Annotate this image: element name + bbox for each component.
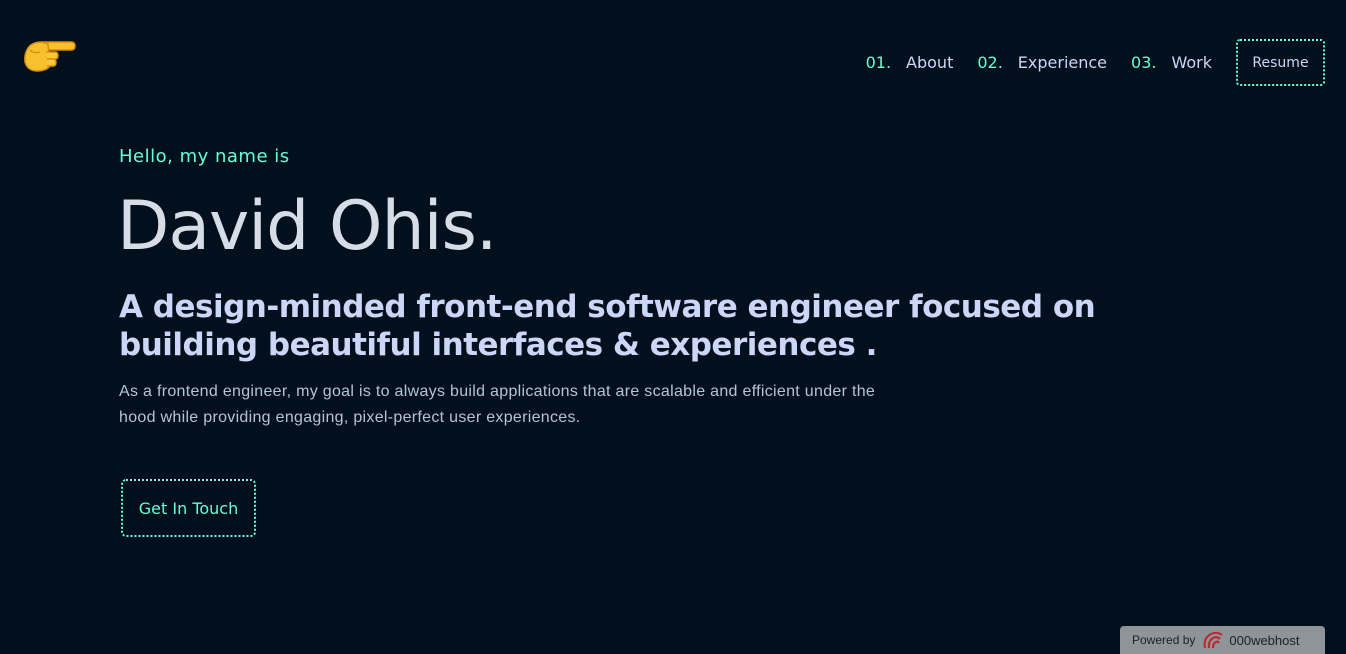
hosting-badge[interactable]: Powered by 000webhost xyxy=(1120,626,1325,654)
page: 01. About 02. Experience 03. Work Resume… xyxy=(0,0,1346,654)
nav-number: 01. xyxy=(865,53,892,72)
get-in-touch-button[interactable]: Get In Touch xyxy=(121,479,256,537)
nav-label: About xyxy=(906,53,954,72)
nav-label: Work xyxy=(1171,53,1212,72)
nav-item-work[interactable]: 03. Work xyxy=(1131,53,1212,72)
nav-label: Experience xyxy=(1017,53,1108,72)
nav-number: 02. xyxy=(977,53,1003,72)
powered-by-label: Powered by xyxy=(1132,633,1196,647)
000webhost-logo-icon xyxy=(1201,630,1225,650)
greeting-text: Hello, my name is xyxy=(119,146,290,167)
main-nav: 01. About 02. Experience 03. Work Resume xyxy=(866,39,1325,86)
page-title: David Ohis. xyxy=(117,187,498,266)
host-name: 000webhost xyxy=(1229,632,1300,648)
nav-number: 03. xyxy=(1131,53,1157,72)
pointing-hand-icon[interactable] xyxy=(22,36,76,76)
intro-description: As a frontend engineer, my goal is to al… xyxy=(119,383,876,426)
nav-item-about[interactable]: 01. About xyxy=(866,53,954,72)
nav-item-experience[interactable]: 02. Experience xyxy=(977,53,1107,72)
resume-button[interactable]: Resume xyxy=(1236,39,1325,86)
tagline: A design-minded front-end software engin… xyxy=(119,289,1096,363)
